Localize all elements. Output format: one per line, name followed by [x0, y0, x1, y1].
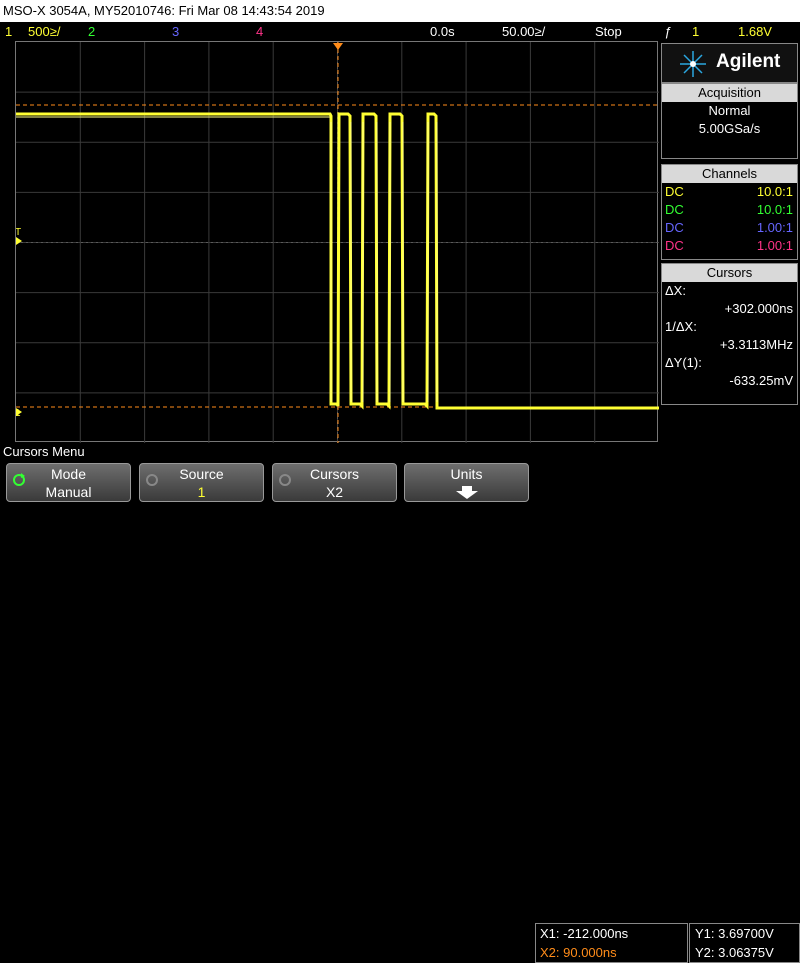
ch1-waveform-thin [16, 116, 438, 402]
title-bar: MSO-X 3054A, MY52010746: Fri Mar 08 14:4… [0, 0, 800, 22]
channel-row-2[interactable]: DC 10.0:1 [662, 201, 797, 219]
acquisition-mode: Normal [708, 103, 751, 118]
rotate-knob-icon [279, 474, 291, 486]
side-panel: Agilent Acquisition Normal 5.00GSa/s Cha… [660, 41, 800, 442]
status-bar: 1 500≥/ 2 3 4 0.0s 50.00≥/ Stop ƒ 1 1.68… [0, 22, 800, 41]
x1-readout: X1: -212.000ns [540, 926, 629, 941]
waveform-svg: T 1 [16, 42, 659, 443]
delta-x-label: ΔX: [665, 283, 686, 298]
run-state[interactable]: Stop [595, 22, 622, 41]
delta-x-value: +302.000ns [724, 301, 793, 316]
y2-readout: Y2: 3.06375V [695, 945, 774, 960]
cursor-y-readout: Y1: 3.69700V Y2: 3.06375V [689, 923, 800, 963]
rotate-knob-icon [13, 473, 25, 486]
agilent-spark-logo [680, 51, 706, 77]
channel-row-3[interactable]: DC 1.00:1 [662, 219, 797, 237]
channels-box[interactable]: Channels DC 10.0:1 DC 10.0:1 DC 1.00:1 DC 1.… [661, 164, 798, 260]
ch1-waveform [16, 112, 659, 410]
delta-y-label: ΔY(1): [665, 355, 702, 370]
softkey-bar: Mode Manual Source 1 Cursors X2 Units X1… [0, 461, 800, 963]
cursors-box[interactable]: Cursors ΔX: +302.000ns 1/ΔX: +3.3113MHz … [661, 263, 798, 405]
acquisition-rate: 5.00GSa/s [698, 121, 761, 136]
trigger-level[interactable]: 1.68V [738, 22, 772, 41]
brand-name: Agilent [716, 51, 781, 72]
time-delay[interactable]: 0.0s [430, 22, 455, 41]
ch4-number[interactable]: 4 [256, 22, 263, 41]
x2-readout: X2: 90.000ns [540, 945, 617, 960]
ch1-number[interactable]: 1 [5, 22, 12, 41]
inv-delta-x-value: +3.3113MHz [719, 337, 793, 352]
brand-box: Agilent [661, 43, 798, 83]
channel-row-1[interactable]: DC 10.0:1 [662, 183, 797, 201]
menu-title: Cursors Menu [3, 444, 85, 459]
ch1-ground-marker[interactable]: 1 [16, 408, 22, 419]
trigger-marker-label: T [16, 227, 21, 238]
mode-softkey[interactable]: Mode Manual [6, 463, 131, 502]
trigger-position-marker [333, 43, 343, 50]
channels-header: Channels [662, 165, 797, 183]
source-softkey[interactable]: Source 1 [139, 463, 264, 502]
ch1-ground-label: 1 [16, 408, 21, 419]
ch2-number[interactable]: 2 [88, 22, 95, 41]
inv-delta-x-label: 1/ΔX: [665, 319, 697, 334]
acquisition-header: Acquisition [662, 84, 797, 102]
units-softkey-title: Units [450, 466, 483, 482]
cursors-header: Cursors [662, 264, 797, 282]
time-scale[interactable]: 50.00≥/ [502, 22, 545, 41]
ch3-number[interactable]: 3 [172, 22, 179, 41]
delta-y-value: -633.25mV [729, 373, 793, 388]
waveform-display[interactable]: T 1 [15, 41, 659, 443]
trigger-source[interactable]: 1 [692, 22, 699, 41]
units-softkey[interactable]: Units [404, 463, 529, 502]
channel-row-4[interactable]: DC 1.00:1 [662, 237, 797, 255]
down-arrow-icon [455, 486, 478, 499]
trigger-edge-icon: ƒ [664, 24, 672, 39]
instrument-title: MSO-X 3054A, MY52010746: Fri Mar 08 14:4… [3, 3, 325, 18]
ch1-scale[interactable]: 500≥/ [28, 22, 60, 41]
cursors-softkey[interactable]: Cursors X2 [272, 463, 397, 502]
cursor-x-readout: X1: -212.000ns X2: 90.000ns [535, 923, 688, 963]
rotate-knob-icon [146, 474, 158, 486]
acquisition-box[interactable]: Acquisition Normal 5.00GSa/s [661, 83, 798, 159]
y1-readout: Y1: 3.69700V [695, 926, 774, 941]
